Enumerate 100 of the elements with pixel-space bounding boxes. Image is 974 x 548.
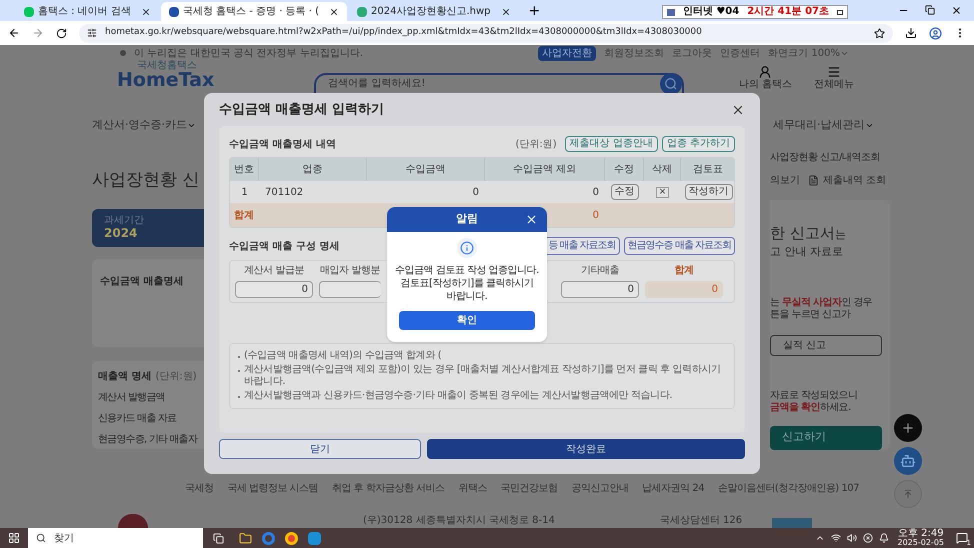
note-text: 계산서발행금액(수입금액 제외 포함)이 있는 경우 [매출처별 계산서합계표 작성하기]를 먼저 클릭 후 입력하시기 바랍니다. xyxy=(244,364,722,388)
dialog-button[interactable]: 작성완료 xyxy=(427,439,745,459)
app-icon[interactable] xyxy=(308,532,321,544)
browser-tab[interactable]: 국세청 홈택스 - 증명 · 등록 · ( xyxy=(160,2,348,21)
volume-icon[interactable] xyxy=(846,533,856,543)
tray-icon[interactable] xyxy=(878,533,888,543)
total-label: 합계 xyxy=(233,208,255,222)
network-icon[interactable] xyxy=(830,533,840,543)
breadcrumb: 사업장현황 신고/내역조회 xyxy=(770,150,882,164)
bookmark-icon[interactable] xyxy=(874,28,885,38)
review-button[interactable]: 작성하기 xyxy=(684,184,732,200)
footer-link[interactable]: 국민건강보험 xyxy=(500,480,558,496)
alert-message: 수입금액 검토표 작성 업종입니다. 검토표[작성하기]를 클릭하시기 바랍니다. xyxy=(395,264,539,303)
file-explorer-icon[interactable] xyxy=(239,532,252,544)
session-label: 인터넷 ♥04 xyxy=(682,7,740,17)
header-menu-item[interactable]: 전체메뉴 xyxy=(814,65,854,91)
section-title: 수입금액 매출명세 내역 xyxy=(229,138,336,152)
footer-link[interactable]: 위택스 xyxy=(458,480,487,496)
new-tab-button[interactable]: + xyxy=(520,2,548,21)
task-view-icon[interactable] xyxy=(213,532,224,544)
footer-link[interactable]: 납세자권익 24 xyxy=(642,480,704,496)
outline-button[interactable]: 등 매출 자료조회 xyxy=(544,237,620,255)
table-cell-text: 0 xyxy=(472,186,480,200)
unit-label: (단위:원) xyxy=(515,138,557,152)
call-center-text: 국세상담센터 126 xyxy=(660,514,742,528)
page-link[interactable]: 제출내역 조회 xyxy=(808,172,886,188)
page-link[interactable]: 의보기 xyxy=(770,172,800,188)
header-menu-item[interactable]: 나의 홈택스 xyxy=(738,65,792,91)
note-text: 계산서발행금액과 신용카드·현금영수증·기타 매출이 중복된 경우에는 계산서발행금액에만 적습니다. xyxy=(244,390,672,402)
browser-tab[interactable]: 2024사업장현황신고.hwp xyxy=(349,2,519,21)
outline-button[interactable]: 현금영수증 매출 자료조회 xyxy=(624,237,735,255)
period-card: 과세기간 2024 xyxy=(92,209,204,247)
footer-link[interactable]: 공익신고안내 xyxy=(571,480,628,496)
alert-title: 알림 xyxy=(456,211,478,228)
tab-title: 국세청 홈택스 - 증명 · 등록 · ( xyxy=(182,5,320,19)
site-info-icon[interactable] xyxy=(87,28,97,38)
start-icon[interactable] xyxy=(8,532,20,544)
chatbot-button[interactable] xyxy=(894,447,922,475)
field-label: 기타매출 xyxy=(581,264,619,278)
favicon-icon xyxy=(168,6,179,16)
forward-icon[interactable] xyxy=(32,27,44,39)
notice-text: 자료로 작성되었으니 xyxy=(770,390,858,402)
top-link[interactable]: 인증센터 xyxy=(720,46,760,60)
footer-link[interactable]: 국세 법령정보 시스템 xyxy=(227,480,318,496)
tray-icon[interactable] xyxy=(862,533,872,543)
subheadline: 고 안내 자료로 xyxy=(770,244,844,260)
top-link[interactable]: 사업자전환 xyxy=(538,46,596,60)
footer-link[interactable]: 국세청 xyxy=(185,480,214,496)
browser-tab[interactable]: 홈택스 : 네이버 검색 xyxy=(16,2,159,21)
info-icon xyxy=(457,238,477,258)
edit-button[interactable]: 수정 xyxy=(610,184,638,200)
table-cell-text: 0 xyxy=(592,186,600,200)
notice-text: 는 무실적 사업자인 경우 xyxy=(770,296,874,308)
address-bar[interactable]: hometax.go.kr/websquare/websquare.html?w2xPath=/ui/pp/index_pp.xml&tmIdx=43&tm2lIdx=4308000000&tm3lIdx=4308030000 xyxy=(79,24,893,42)
taskbar-search-field[interactable]: 찾기 xyxy=(28,528,203,548)
download-icon[interactable] xyxy=(905,27,917,39)
summary-card: 수입금액 매출명세 xyxy=(92,259,204,347)
search-icon xyxy=(36,533,46,543)
browser-app-icon[interactable] xyxy=(262,532,275,544)
confirm-button[interactable]: 확인 xyxy=(399,311,535,330)
top-link[interactable]: 로그아웃 xyxy=(672,46,712,60)
monitor-icon xyxy=(666,8,675,16)
footer-link[interactable]: 손말이음센터(청각장애인용) 107 xyxy=(718,480,859,496)
url-text: hometax.go.kr/websquare/websquare.html?w2xPath=/ui/pp/index_pp.xml&tmIdx=43&tm2lIdx=4308000000&tm3lIdx=4308030000 xyxy=(105,26,702,40)
dialog-title: 수입금액 매출명세 입력하기 xyxy=(219,100,384,119)
reload-icon[interactable] xyxy=(56,28,67,38)
nav-menu[interactable]: 세무대리·납세관리 xyxy=(773,117,864,134)
close-icon[interactable] xyxy=(951,5,962,16)
amount-field: 0 xyxy=(645,281,723,298)
submit-button[interactable]: 신고하기 xyxy=(770,426,882,450)
delete-button[interactable]: × xyxy=(656,186,670,198)
outline-button[interactable]: 업종 추가하기 xyxy=(662,136,735,152)
close-icon[interactable] xyxy=(525,213,538,226)
top-link[interactable]: 화면크기 100% xyxy=(768,46,849,60)
restore-icon[interactable] xyxy=(925,5,935,15)
session-timer: 2시간 41분 07초 xyxy=(747,7,829,17)
profile-icon[interactable] xyxy=(929,26,942,40)
page-title: 사업장현황 신 xyxy=(92,168,200,192)
sales-row-label: 현금영수증, 기타 매출자 xyxy=(98,433,199,447)
footer-link[interactable]: 취업 후 학자금상환 서비스 xyxy=(332,480,444,496)
dialog-button[interactable]: 닫기 xyxy=(219,439,421,459)
favicon-icon xyxy=(24,6,34,16)
add-button[interactable] xyxy=(894,414,922,442)
field-label: 계산서 발급분 xyxy=(244,264,304,278)
clock[interactable]: 오후 2:49 2025-02-05 xyxy=(898,529,944,547)
sales-row-label: 신용카드 매출 자료 xyxy=(98,412,178,426)
close-icon[interactable] xyxy=(500,6,511,16)
flag-icon xyxy=(120,50,126,56)
close-icon[interactable] xyxy=(140,6,151,16)
outline-button[interactable]: 제출대상 업종안내 xyxy=(564,136,658,152)
address-text: (우)30128 세종특별자치시 국세청로 8-14 xyxy=(363,514,555,528)
restore-icon[interactable] xyxy=(837,10,843,14)
back-icon[interactable] xyxy=(8,27,20,39)
amount-field: 0 xyxy=(235,281,313,298)
nil-report-button[interactable]: 실적 신고 xyxy=(770,334,882,356)
top-link[interactable]: 회원정보조회 xyxy=(604,46,664,60)
close-icon[interactable] xyxy=(329,6,340,16)
sales-row-label: 계산서 발행금액 xyxy=(98,391,166,405)
hometax-logo[interactable]: 국세청홈택스 HomeTax xyxy=(117,61,214,90)
nav-menu[interactable]: 계산서·영수증·카드 xyxy=(92,117,187,134)
